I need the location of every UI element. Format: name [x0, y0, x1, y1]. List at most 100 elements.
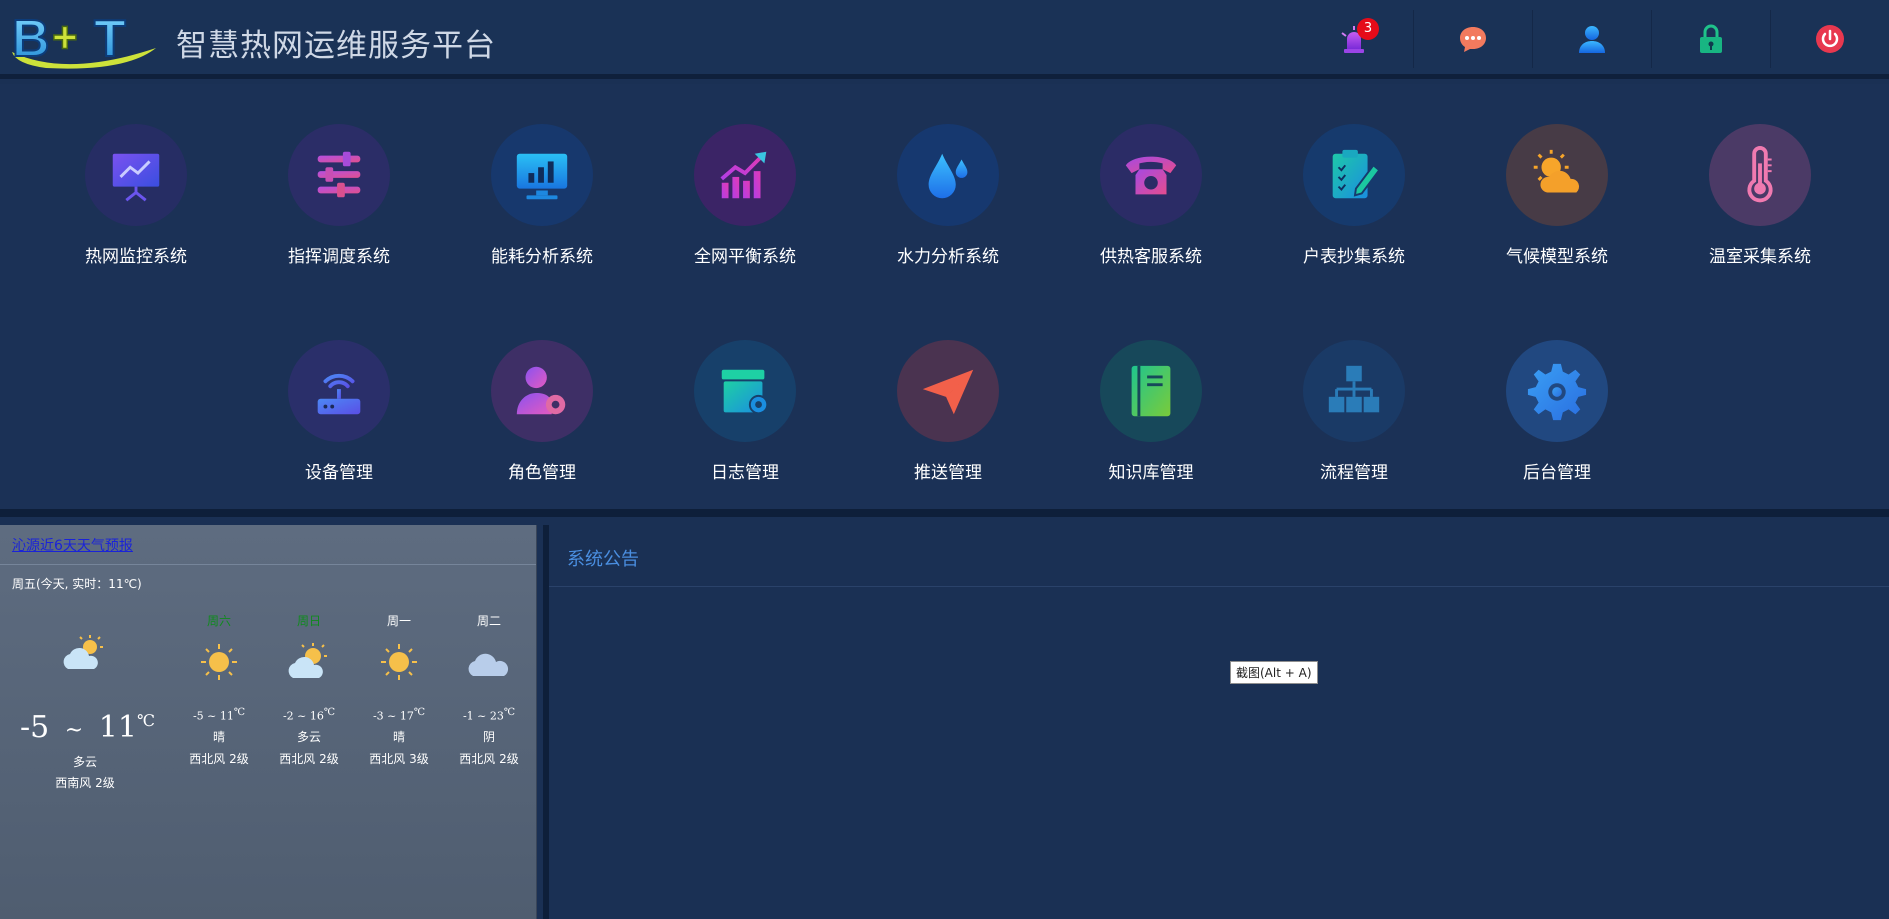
bt-logo: B + T	[11, 9, 156, 69]
forecast-day: 周一 -3 ~ 17℃ 晴 西北风 3级	[354, 612, 444, 767]
notice-title: 系统公告	[567, 549, 639, 570]
module-label: 户表抄集系统	[1303, 247, 1405, 267]
sun-cloud-icon	[288, 643, 327, 678]
sliders-icon	[317, 151, 361, 198]
screenshot-tooltip: 截图(Alt + A)	[1230, 661, 1318, 684]
today-condition: 多云	[72, 755, 97, 769]
module-hydraulic-analysis[interactable]: 水力分析系统	[868, 124, 1028, 267]
day-name: 周一	[386, 614, 411, 628]
cloud-icon	[468, 653, 509, 676]
box-gear-icon	[721, 369, 769, 415]
user-button[interactable]	[1532, 10, 1651, 68]
weather-panel: 沁源近6天天气预报 周五(今天, 实时：11℃) -5 ~ 11℃ 多云 西南风…	[0, 525, 537, 919]
module-process-management[interactable]: 流程管理	[1274, 340, 1434, 483]
module-heat-network-monitoring[interactable]: 热网监控系统	[56, 124, 216, 267]
module-icon-bg	[1709, 124, 1811, 226]
module-label: 温室采集系统	[1709, 247, 1811, 267]
day-name: 周六	[206, 614, 231, 628]
day-condition: 晴	[212, 729, 225, 744]
trend-chart-icon	[720, 151, 767, 199]
message-icon	[1460, 27, 1486, 52]
thermometer-icon	[1747, 145, 1773, 203]
module-icon-bg	[1303, 340, 1405, 442]
module-icon-bg	[694, 340, 796, 442]
module-label: 能耗分析系统	[491, 247, 593, 267]
message-button[interactable]	[1413, 10, 1532, 68]
today-temperature: -5 ~ 11℃	[20, 710, 155, 745]
module-energy-analysis[interactable]: 能耗分析系统	[462, 124, 622, 267]
module-greenhouse-collection[interactable]: 温室采集系统	[1680, 124, 1840, 267]
lock-button[interactable]	[1651, 10, 1770, 68]
day-temperature: -5 ~ 11℃	[192, 707, 246, 723]
day-name: 周二	[476, 614, 501, 628]
flowchart-icon	[1328, 365, 1380, 413]
module-label: 热网监控系统	[85, 247, 187, 267]
weather-header: 沁源近6天天气预报	[0, 525, 536, 565]
lock-icon	[1700, 24, 1722, 53]
app-title: 智慧热网运维服务平台	[176, 28, 496, 64]
module-log-management[interactable]: 日志管理	[665, 340, 825, 483]
day-wind: 西北风 2级	[279, 751, 339, 766]
forecast-day: 周六 -5 ~ 11℃ 晴 西北风 2级	[174, 612, 264, 767]
module-label: 推送管理	[914, 463, 982, 483]
module-icon-bg	[1100, 340, 1202, 442]
module-icon-bg	[85, 124, 187, 226]
module-label: 角色管理	[508, 463, 576, 483]
module-label: 供热客服系统	[1100, 247, 1202, 267]
telephone-icon	[1125, 156, 1177, 195]
settings-gear-icon	[1527, 363, 1587, 421]
module-label: 水力分析系统	[897, 247, 999, 267]
module-network-balance[interactable]: 全网平衡系统	[665, 124, 825, 267]
alarm-count-badge: 3	[1357, 18, 1379, 40]
module-icon-bg	[288, 124, 390, 226]
day-condition: 阴	[482, 729, 495, 744]
day-temperature: -3 ~ 17℃	[372, 707, 426, 723]
alarm-button[interactable]: 3	[1294, 10, 1413, 68]
sun-icon	[201, 644, 237, 680]
svg-text:T: T	[94, 10, 126, 68]
notice-header: 系统公告	[549, 525, 1889, 587]
module-label: 流程管理	[1320, 463, 1388, 483]
module-icon-bg	[491, 124, 593, 226]
module-label: 气候模型系统	[1506, 247, 1608, 267]
presentation-chart-icon	[112, 153, 160, 202]
module-meter-reading[interactable]: 户表抄集系统	[1274, 124, 1434, 267]
monitor-bar-chart-icon	[516, 153, 568, 200]
forecast-day: 周二 -1 ~ 23℃ 阴 西北风 2级	[444, 612, 534, 767]
module-label: 知识库管理	[1108, 463, 1194, 483]
module-icon-bg	[897, 124, 999, 226]
module-icon-bg	[1303, 124, 1405, 226]
sun-cloud-icon	[1533, 149, 1580, 193]
module-label: 全网平衡系统	[694, 247, 796, 267]
module-icon-bg	[1100, 124, 1202, 226]
header-toolbar: 3	[1294, 10, 1889, 68]
user-gear-icon	[516, 366, 566, 415]
module-backend-management[interactable]: 后台管理	[1477, 340, 1637, 483]
power-button[interactable]	[1770, 10, 1889, 68]
module-knowledge-base[interactable]: 知识库管理	[1071, 340, 1231, 483]
module-device-management[interactable]: 设备管理	[259, 340, 419, 483]
module-heating-customer-service[interactable]: 供热客服系统	[1071, 124, 1231, 267]
module-icon-bg	[694, 124, 796, 226]
module-icon-bg	[1506, 340, 1608, 442]
water-drop-icon	[928, 153, 968, 199]
module-climate-model[interactable]: 气候模型系统	[1477, 124, 1637, 267]
forecast-day: 周日 -2 ~ 16℃ 多云 西北风 2级	[264, 612, 354, 767]
module-push-management[interactable]: 推送管理	[868, 340, 1028, 483]
day-condition: 多云	[296, 729, 321, 744]
module-label: 日志管理	[711, 463, 779, 483]
notebook-icon	[1131, 365, 1171, 417]
day-wind: 西北风 2级	[189, 751, 249, 766]
module-label: 指挥调度系统	[288, 247, 390, 267]
day-wind: 西北风 3级	[369, 751, 429, 766]
weather-forecast-link[interactable]: 沁源近6天天气预报	[12, 538, 133, 554]
sun-icon	[381, 644, 417, 680]
svg-text:B: B	[12, 10, 50, 68]
router-icon	[317, 373, 361, 415]
module-role-management[interactable]: 角色管理	[462, 340, 622, 483]
user-icon	[1579, 26, 1605, 53]
module-command-dispatch[interactable]: 指挥调度系统	[259, 124, 419, 267]
today-summary: 周五(今天, 实时：11℃)	[12, 577, 142, 591]
module-icon-bg	[491, 340, 593, 442]
svg-text:+: +	[52, 13, 78, 62]
